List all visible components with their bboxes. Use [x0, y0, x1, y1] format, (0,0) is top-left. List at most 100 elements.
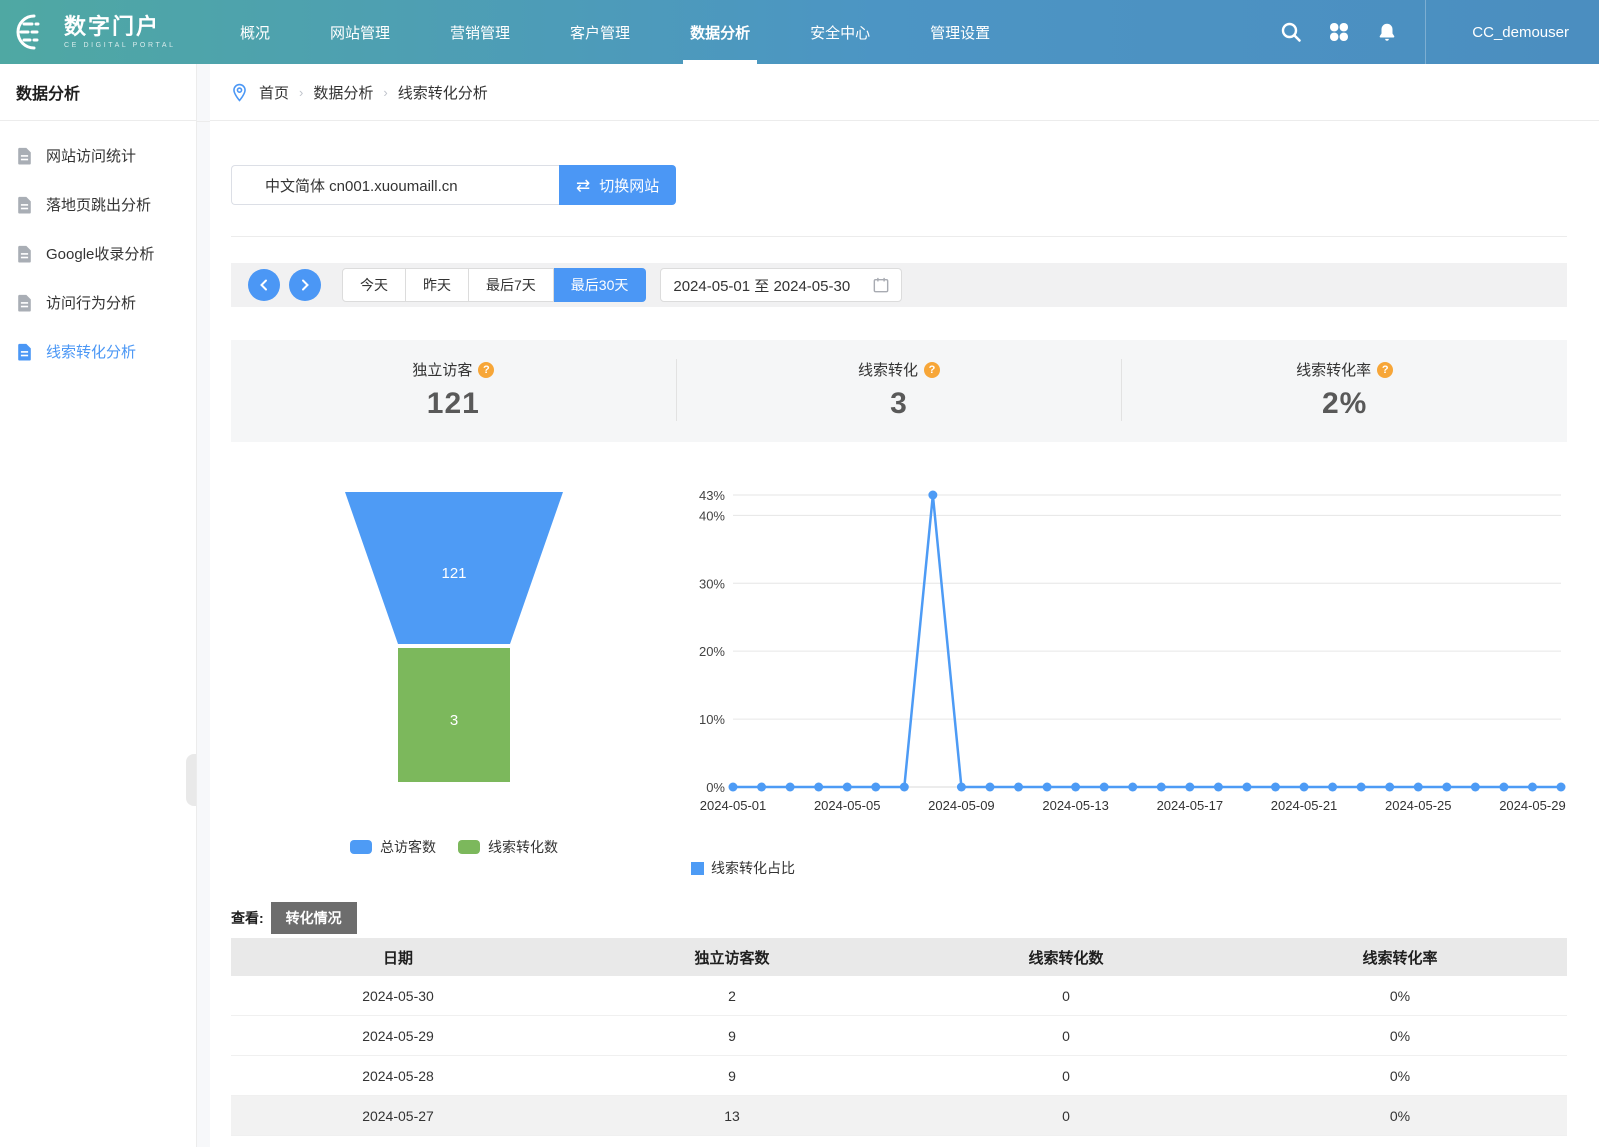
legend-swatch-blue [350, 840, 372, 854]
sidebar-item-label: 线索转化分析 [46, 341, 136, 362]
legend-total-visitors[interactable]: 总访客数 [350, 837, 436, 857]
nav-item-security-center[interactable]: 安全中心 [780, 0, 900, 64]
conversion-table: 日期独立访客数线索转化数线索转化率 2024-05-30200%2024-05-… [231, 938, 1567, 1136]
breadcrumb-data-analysis[interactable]: 数据分析 [313, 82, 373, 103]
range-button-last-30-days[interactable]: 最后30天 [554, 268, 647, 302]
breadcrumb-home[interactable]: 首页 [259, 82, 289, 103]
table-cell: 9 [565, 1068, 899, 1084]
view-label: 查看: [231, 908, 264, 928]
range-button-last-7-days[interactable]: 最后7天 [469, 268, 554, 302]
svg-text:2024-05-21: 2024-05-21 [1271, 798, 1338, 813]
breadcrumb-lead-conversion-analysis: 线索转化分析 [398, 82, 488, 103]
help-icon[interactable]: ? [478, 362, 494, 378]
svg-text:2024-05-17: 2024-05-17 [1157, 798, 1224, 813]
table-cell: 2024-05-28 [231, 1068, 565, 1084]
nav-item-customer-management[interactable]: 客户管理 [540, 0, 660, 64]
site-selector-row: 中文简体 cn001.xuoumaill.cn ⇄ 切换网站 [231, 165, 1567, 205]
brand[interactable]: 数字门户 CE DIGITAL PORTAL [0, 12, 200, 52]
table-row: 2024-05-28900% [231, 1056, 1567, 1096]
stat-unique-visitors: 独立访客? 121 [231, 359, 676, 421]
svg-text:43%: 43% [699, 488, 725, 503]
switch-site-button[interactable]: ⇄ 切换网站 [559, 165, 676, 205]
table-row: 2024-05-30200% [231, 976, 1567, 1016]
sidebar-item-google-index-analysis[interactable]: Google收录分析 [0, 229, 196, 278]
legend-swatch-blue [691, 862, 704, 875]
next-period-button[interactable] [289, 269, 321, 301]
nav-item-website-management[interactable]: 网站管理 [300, 0, 420, 64]
table-row: 2024-05-271300% [231, 1096, 1567, 1136]
page-content: 中文简体 cn001.xuoumaill.cn ⇄ 切换网站 今天昨天最后7天最… [210, 165, 1599, 1136]
stat-value: 2% [1122, 387, 1567, 421]
document-icon [16, 245, 33, 263]
funnel-chart: 121 3 [239, 482, 669, 782]
range-button-yesterday[interactable]: 昨天 [406, 268, 469, 302]
stats-panel: 独立访客? 121 线索转化? 3 线索转化率? 2% [231, 340, 1567, 442]
legend-swatch-green [458, 840, 480, 854]
table-cell: 2 [565, 988, 899, 1004]
sidebar-item-landing-page-bounce-analysis[interactable]: 落地页跳出分析 [0, 180, 196, 229]
sidebar-item-label: 访问行为分析 [46, 292, 136, 313]
sidebar-item-label: 网站访问统计 [46, 145, 136, 166]
swap-arrows-icon: ⇄ [576, 177, 590, 194]
svg-text:10%: 10% [699, 712, 725, 727]
table-row: 2024-05-29900% [231, 1016, 1567, 1056]
funnel-stage-2-value: 3 [450, 712, 458, 729]
sidebar-item-site-visit-stats[interactable]: 网站访问统计 [0, 131, 196, 180]
breadcrumb-separator: › [299, 85, 303, 100]
nav-item-data-analysis[interactable]: 数据分析 [660, 0, 780, 64]
stat-lead-conversions: 线索转化? 3 [676, 359, 1122, 421]
nav-item-admin-settings[interactable]: 管理设置 [900, 0, 1020, 64]
prev-period-button[interactable] [248, 269, 280, 301]
user-menu[interactable]: CC_demouser [1426, 0, 1599, 64]
site-select-input[interactable]: 中文简体 cn001.xuoumaill.cn [231, 165, 559, 205]
table-cell: 2024-05-29 [231, 1028, 565, 1044]
view-row: 查看: 转化情况 [231, 902, 1567, 934]
sidebar-item-lead-conversion-analysis[interactable]: 线索转化分析 [0, 327, 196, 376]
document-icon [16, 196, 33, 214]
help-icon[interactable]: ? [1377, 362, 1393, 378]
bell-icon[interactable] [1363, 0, 1411, 64]
breadcrumb: 首页 › 数据分析 › 线索转化分析 [210, 64, 1599, 121]
legend-label: 总访客数 [380, 837, 436, 857]
table-cell: 0 [899, 988, 1233, 1004]
svg-text:30%: 30% [699, 576, 725, 591]
nav-item-marketing-management[interactable]: 营销管理 [420, 0, 540, 64]
svg-text:2024-05-05: 2024-05-05 [814, 798, 881, 813]
sidebar-item-visit-behavior-analysis[interactable]: 访问行为分析 [0, 278, 196, 327]
table-header: 日期独立访客数线索转化数线索转化率 [231, 938, 1567, 976]
svg-text:20%: 20% [699, 644, 725, 659]
table-column-header: 日期 [231, 947, 565, 968]
sidebar-collapse-handle[interactable] [186, 754, 196, 806]
date-range-input[interactable]: 2024-05-01 至 2024-05-30 [660, 268, 902, 302]
svg-text:2024-05-13: 2024-05-13 [1042, 798, 1109, 813]
apps-grid-icon[interactable] [1315, 0, 1363, 64]
svg-text:2024-05-01: 2024-05-01 [700, 798, 767, 813]
document-icon [16, 343, 33, 361]
brand-subtitle: CE DIGITAL PORTAL [64, 42, 176, 49]
switch-site-label: 切换网站 [599, 175, 659, 196]
range-button-today[interactable]: 今天 [342, 268, 406, 302]
stat-value: 121 [231, 387, 676, 421]
stat-label: 独立访客 [412, 359, 472, 380]
table-column-header: 线索转化数 [899, 947, 1233, 968]
search-icon[interactable] [1267, 0, 1315, 64]
nav-item-overview[interactable]: 概况 [210, 0, 300, 64]
table-cell: 0 [899, 1028, 1233, 1044]
calendar-icon [873, 277, 889, 293]
line-chart-legend[interactable]: 线索转化占比 [691, 858, 1567, 878]
brand-logo-icon [14, 12, 54, 52]
main-nav: 概况网站管理营销管理客户管理数据分析安全中心管理设置 [210, 0, 1020, 64]
help-icon[interactable]: ? [924, 362, 940, 378]
tab-conversion-status[interactable]: 转化情况 [271, 902, 357, 934]
sidebar-item-label: 落地页跳出分析 [46, 194, 151, 215]
main-panel: 首页 › 数据分析 › 线索转化分析 中文简体 cn001.xuoumaill.cn ⇄… [210, 64, 1599, 1147]
breadcrumb-separator: › [383, 85, 387, 100]
table-cell: 0% [1233, 1068, 1567, 1084]
legend-label: 线索转化占比 [711, 858, 795, 878]
table-cell: 13 [565, 1108, 899, 1124]
legend-lead-conversions[interactable]: 线索转化数 [458, 837, 558, 857]
line-chart-area: 43%40%30%20%10%0%2024-05-012024-05-05202… [677, 482, 1567, 878]
table-cell: 0 [899, 1108, 1233, 1124]
table-cell: 0 [899, 1068, 1233, 1084]
svg-text:2024-05-25: 2024-05-25 [1385, 798, 1452, 813]
